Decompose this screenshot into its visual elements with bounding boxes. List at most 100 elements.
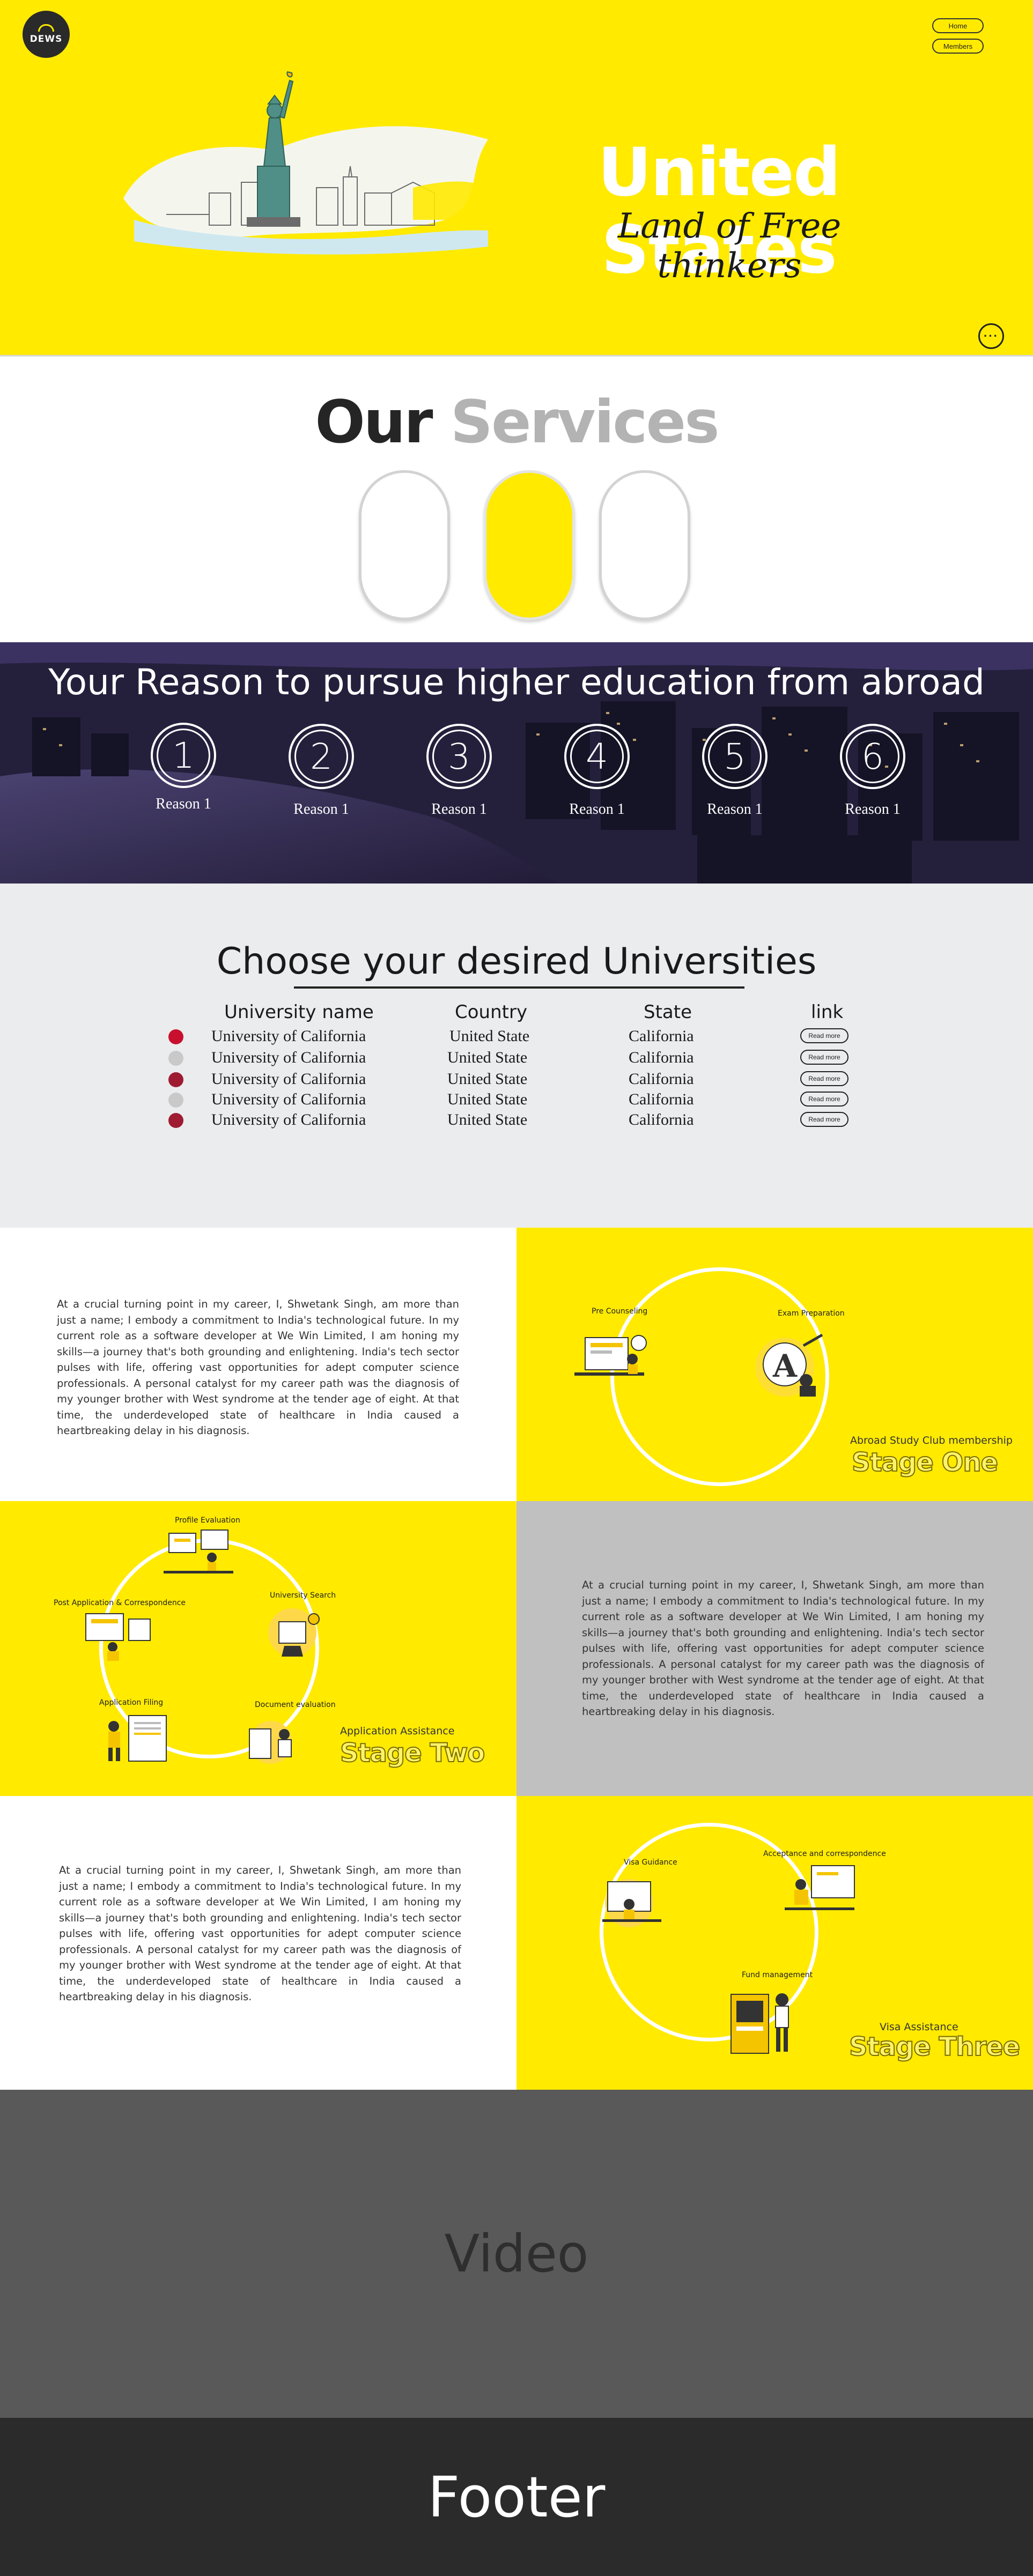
table-row: University of California United State Ca… — [0, 1090, 1033, 1111]
read-more-button[interactable]: Read more — [800, 1112, 848, 1127]
column-header-link: link — [811, 1001, 844, 1023]
stage-two-label: Stage Two — [340, 1738, 485, 1769]
university-search-illustration — [268, 1608, 320, 1657]
stage-caption: Document evaluation — [255, 1701, 336, 1709]
reason-label: Reason 1 — [569, 801, 625, 818]
column-header-name: University name — [224, 1001, 374, 1023]
hero-subtitle: Land of Free thinkers — [617, 206, 842, 286]
reason-item[interactable]: 6 Reason 1 — [824, 724, 921, 818]
stage-one-graphic-panel: Pre Counseling Exam Preparation A Abroad… — [516, 1228, 1033, 1501]
stage-caption: Visa Guidance — [624, 1858, 677, 1867]
application-filing-illustration — [108, 1715, 167, 1762]
reason-item[interactable]: 4 Reason 1 — [549, 724, 645, 818]
reason-number: 5 — [708, 730, 762, 783]
reason-label: Reason 1 — [431, 801, 487, 818]
reason-label: Reason 1 — [707, 801, 763, 818]
reason-number-ring: 6 — [840, 724, 905, 789]
university-name: University of California — [211, 1049, 366, 1066]
read-more-button[interactable]: Read more — [800, 1092, 848, 1107]
nav-home-button[interactable]: Home — [932, 18, 984, 33]
stage-caption: Post Application & Correspondence — [54, 1599, 186, 1607]
university-name: University of California — [211, 1070, 366, 1088]
university-name: University of California — [211, 1027, 366, 1045]
university-state: California — [629, 1049, 694, 1066]
stage-caption: Pre Counseling — [592, 1307, 648, 1316]
stage-two-description: At a crucial turning point in my career,… — [582, 1579, 984, 1718]
title-underline — [294, 986, 744, 989]
svg-text:A: A — [772, 1348, 798, 1384]
read-more-button[interactable]: Read more — [800, 1050, 848, 1065]
reasons-section: Your Reason to pursue higher education f… — [0, 642, 1033, 884]
stage-caption: Application Filing — [99, 1698, 164, 1707]
profile-evaluation-illustration — [164, 1530, 233, 1573]
stage-one-label: Stage One — [851, 1447, 999, 1478]
read-more-button[interactable]: Read more — [800, 1071, 848, 1086]
reason-label: Reason 1 — [293, 801, 349, 818]
reason-number: 1 — [157, 729, 210, 782]
university-state: California — [629, 1111, 694, 1129]
reason-item[interactable]: 1 Reason 1 — [135, 723, 232, 813]
services-title: Our Services — [0, 388, 1033, 456]
fund-management-illustration — [731, 1993, 789, 2054]
stage-one-description: At a crucial turning point in my career,… — [57, 1298, 459, 1437]
read-more-button[interactable]: Read more — [800, 1028, 848, 1043]
video-placeholder[interactable]: Video — [0, 2090, 1033, 2418]
statue-of-liberty-illustration — [123, 71, 488, 255]
services-section: Our Services — [0, 355, 1033, 642]
university-logo-icon — [168, 1029, 183, 1044]
service-card-2[interactable] — [484, 470, 575, 620]
services-title-our: Our — [315, 388, 433, 456]
stage-one-name: Abroad Study Club membership — [850, 1435, 1013, 1446]
reason-number: 2 — [294, 730, 348, 783]
reason-number-ring: 2 — [289, 724, 354, 789]
university-country: United State — [447, 1049, 528, 1066]
stage-three-text-panel: At a crucial turning point in my career,… — [0, 1796, 516, 2090]
university-country: United State — [447, 1070, 528, 1088]
stage-two-text-panel: At a crucial turning point in my career,… — [516, 1501, 1033, 1796]
universities-title: Choose your desired Universities — [216, 940, 817, 983]
service-card-3[interactable] — [599, 470, 690, 620]
university-state: California — [629, 1070, 694, 1088]
brand-logo[interactable]: DEWS — [23, 11, 70, 58]
stage-three-description: At a crucial turning point in my career,… — [59, 1864, 461, 2003]
footer: Footer — [0, 2418, 1033, 2576]
stage-three-name: Visa Assistance — [880, 2021, 958, 2033]
university-logo-icon — [168, 1072, 183, 1087]
post-application-illustration — [85, 1613, 151, 1661]
stage-caption: Acceptance and correspondence — [763, 1850, 886, 1858]
university-state: California — [629, 1090, 694, 1108]
university-logo-icon — [168, 1113, 183, 1128]
stage-caption: Profile Evaluation — [175, 1516, 240, 1525]
hero-section: DEWS Home Members United States Land of … — [0, 0, 1033, 355]
university-country: United State — [447, 1111, 528, 1129]
table-row: University of California United State Ca… — [0, 1070, 1033, 1090]
reason-number-ring: 5 — [702, 724, 768, 789]
university-logo-icon — [168, 1051, 183, 1066]
document-evaluation-illustration — [249, 1721, 292, 1764]
reason-number-ring: 4 — [564, 724, 630, 789]
university-name: University of California — [211, 1111, 366, 1129]
column-header-state: State — [644, 1001, 692, 1023]
universities-section: Choose your desired Universities Univers… — [0, 884, 1033, 1228]
more-menu-icon[interactable]: ··· — [978, 323, 1004, 349]
stage-two-name: Application Assistance — [340, 1725, 455, 1737]
reason-item[interactable]: 2 Reason 1 — [273, 724, 370, 818]
university-country: United State — [449, 1027, 530, 1045]
reason-number-ring: 1 — [151, 723, 216, 788]
visa-guidance-illustration — [602, 1879, 661, 1927]
reason-number-ring: 3 — [426, 724, 492, 789]
university-state: California — [629, 1027, 694, 1045]
nav-members-button[interactable]: Members — [932, 39, 984, 54]
stage-one-text-panel: At a crucial turning point in my career,… — [0, 1228, 516, 1501]
reason-number: 3 — [432, 730, 486, 783]
university-name: University of California — [211, 1090, 366, 1108]
reason-label: Reason 1 — [845, 801, 901, 818]
service-card-1[interactable] — [359, 470, 450, 620]
reason-item[interactable]: 5 Reason 1 — [687, 724, 783, 818]
reason-item[interactable]: 3 Reason 1 — [411, 724, 507, 818]
table-row: University of California United State Ca… — [0, 1049, 1033, 1069]
table-row: University of California United State Ca… — [0, 1111, 1033, 1131]
university-logo-icon — [168, 1093, 183, 1108]
page: DEWS Home Members United States Land of … — [0, 0, 1033, 2576]
stage-caption: University Search — [270, 1591, 336, 1600]
